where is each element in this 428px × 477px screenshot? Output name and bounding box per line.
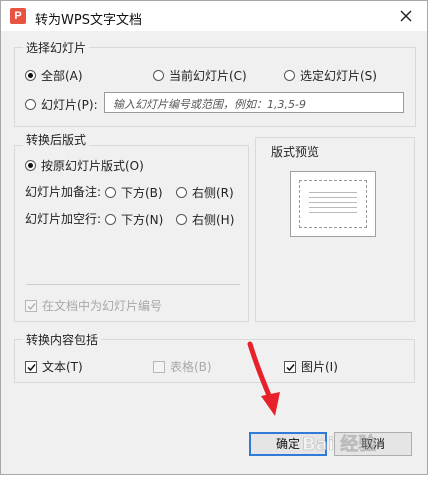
radio-circle bbox=[25, 70, 36, 81]
radio-current-slide[interactable]: 当前幻灯片(C) bbox=[153, 67, 247, 84]
layout-legend: 转换后版式 bbox=[23, 131, 90, 148]
radio-circle bbox=[176, 187, 187, 198]
checkbox-box bbox=[153, 360, 165, 373]
radio-notes-below[interactable]: 下方(B) bbox=[105, 184, 163, 201]
text-checkbox[interactable]: 文本(T) bbox=[25, 358, 83, 375]
slide-number-label: 在文档中为幻灯片编号 bbox=[42, 299, 163, 313]
slide-range-group bbox=[14, 47, 416, 127]
radio-slides-range[interactable]: 幻灯片(P): bbox=[25, 96, 98, 113]
close-icon bbox=[400, 10, 412, 22]
check-icon bbox=[27, 363, 36, 371]
radio-notes-right[interactable]: 右侧(R) bbox=[176, 184, 234, 201]
radio-all-label: 全部(A) bbox=[41, 69, 83, 83]
baidu-jingyan-watermark: Bai 经验 bbox=[300, 428, 428, 474]
check-icon bbox=[27, 302, 36, 310]
radio-selected-label: 选定幻灯片(S) bbox=[300, 69, 377, 83]
radio-blank-right[interactable]: 右侧(H) bbox=[176, 211, 234, 228]
radio-blank-right-label: 右侧(H) bbox=[192, 213, 235, 227]
slide-range-input[interactable]: 输入幻灯片编号或范围，例如：1,3,5-9 bbox=[104, 92, 404, 113]
slide-range-legend: 选择幻灯片 bbox=[23, 39, 90, 56]
text-checkbox-label: 文本(T) bbox=[42, 360, 83, 374]
layout-divider bbox=[26, 284, 240, 285]
checkbox-box bbox=[25, 360, 37, 373]
watermark-logo-icon: Bai 经验 bbox=[302, 433, 378, 456]
notes-label: 幻灯片加备注: bbox=[25, 185, 102, 199]
preview-slide-icon bbox=[299, 180, 367, 228]
radio-circle bbox=[284, 70, 295, 81]
red-arrow-annotation bbox=[247, 341, 280, 416]
radio-blank-below-label: 下方(N) bbox=[121, 213, 164, 227]
radio-original-layout[interactable]: 按原幻灯片版式(O) bbox=[25, 157, 144, 174]
radio-circle bbox=[105, 214, 116, 225]
watermark-text: Bai 经验 bbox=[302, 433, 377, 455]
dialog-title: 转为WPS文字文档 bbox=[35, 13, 142, 28]
radio-circle bbox=[25, 99, 36, 110]
radio-all[interactable]: 全部(A) bbox=[25, 67, 83, 84]
title-bar: P 转为WPS文字文档 bbox=[1, 1, 427, 31]
blank-line-label: 幻灯片加空行: bbox=[25, 212, 102, 226]
close-button[interactable] bbox=[395, 5, 417, 27]
radio-circle bbox=[153, 70, 164, 81]
layout-preview-image bbox=[290, 171, 376, 237]
radio-blank-below[interactable]: 下方(N) bbox=[105, 211, 163, 228]
slide-number-checkbox[interactable]: 在文档中为幻灯片编号 bbox=[25, 297, 162, 314]
radio-current-label: 当前幻灯片(C) bbox=[169, 69, 247, 83]
radio-notes-below-label: 下方(B) bbox=[121, 186, 163, 200]
radio-circle bbox=[105, 187, 116, 198]
radio-slides-label: 幻灯片(P): bbox=[41, 98, 98, 112]
radio-circle bbox=[176, 214, 187, 225]
radio-selected-slides[interactable]: 选定幻灯片(S) bbox=[284, 67, 377, 84]
image-checkbox-label: 图片(I) bbox=[301, 360, 338, 374]
preview-text-lines bbox=[309, 192, 357, 217]
table-checkbox[interactable]: 表格(B) bbox=[153, 358, 212, 375]
checkbox-box bbox=[25, 299, 37, 312]
image-checkbox[interactable]: 图片(I) bbox=[284, 358, 338, 375]
radio-original-label: 按原幻灯片版式(O) bbox=[41, 159, 144, 173]
dialog-window: P 转为WPS文字文档 选择幻灯片 全部(A) 当前幻灯片(C) 选定幻灯片(S… bbox=[0, 0, 428, 475]
wps-presentation-icon: P bbox=[10, 8, 26, 24]
radio-notes-right-label: 右侧(R) bbox=[192, 186, 234, 200]
radio-circle bbox=[25, 160, 36, 171]
content-legend: 转换内容包括 bbox=[23, 331, 102, 348]
table-checkbox-label: 表格(B) bbox=[170, 360, 212, 374]
preview-legend: 版式预览 bbox=[271, 145, 320, 159]
